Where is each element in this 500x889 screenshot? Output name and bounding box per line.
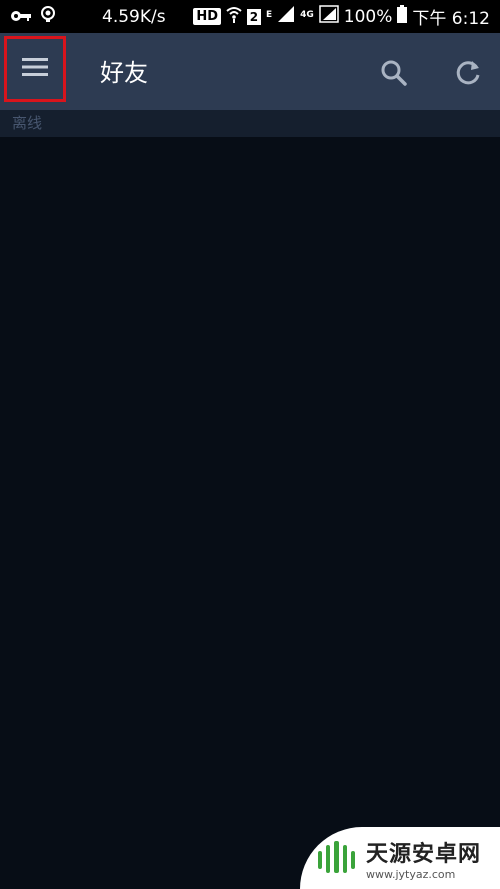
refresh-button[interactable] [450,55,486,91]
hamburger-icon [21,56,49,82]
network-speed: 4.59K/s [102,6,166,27]
network-type-e: E [265,10,273,20]
hd-badge: HD [193,8,221,25]
wifi-icon [226,5,242,28]
battery-percent: 100% [343,6,393,27]
network-type-4g: 4G [300,10,314,20]
android-logo-icon [314,833,360,883]
section-header-offline: 离线 [0,110,500,137]
watermark-name: 天源安卓网 [366,841,482,867]
search-icon [376,60,412,95]
signal-icon-2 [319,5,339,28]
watermark: 天源安卓网 www.jytyaz.com [300,827,500,889]
signal-icon [277,5,295,28]
friends-list [0,137,500,889]
sim-badge: 2 [246,8,261,25]
search-button[interactable] [376,55,412,91]
status-bar: 4.59K/s HD 2 E 4G 100% 下午 6:12 [0,0,500,33]
page-title: 好友 [100,59,148,87]
clock: 下午 6:12 [412,9,490,29]
location-icon [40,5,56,28]
key-icon [10,7,32,27]
app-bar: 好友 [0,33,500,110]
battery-icon [397,5,408,28]
refresh-icon [450,61,486,95]
menu-button[interactable] [4,36,66,102]
watermark-url: www.jytyaz.com [366,867,456,881]
